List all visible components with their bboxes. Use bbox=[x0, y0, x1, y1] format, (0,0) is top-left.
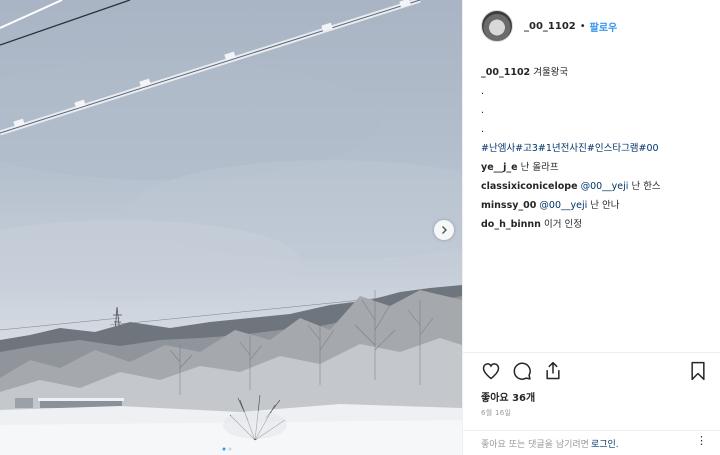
like-count[interactable]: 좋아요 36개 bbox=[481, 389, 535, 404]
caption-dot: . bbox=[481, 86, 485, 97]
comment-button[interactable] bbox=[512, 361, 532, 385]
comment-text: 이거 인정 bbox=[543, 219, 582, 230]
login-link[interactable]: 로그인. bbox=[591, 437, 619, 450]
caption-dot: . bbox=[481, 105, 485, 116]
caption-text: 겨울왕국 bbox=[533, 67, 569, 78]
login-prompt-bar: 좋아요 또는 댓글을 남기려면 로그인. bbox=[463, 430, 720, 455]
snowy-landscape-image bbox=[0, 0, 462, 455]
comment-item: classixiconicelope @00__yeji 난 한스 bbox=[481, 177, 711, 196]
bookmark-icon bbox=[691, 361, 705, 381]
comment-item: ye__j_e 난 올라프 bbox=[481, 158, 711, 177]
login-prompt-text: 좋아요 또는 댓글을 남기려면 bbox=[481, 440, 589, 450]
comment-username[interactable]: do_h_binnn bbox=[481, 219, 541, 230]
comment-mention[interactable]: @00__yeji bbox=[539, 200, 587, 211]
comment-text: 난 안나 bbox=[590, 200, 620, 211]
comment-icon bbox=[513, 362, 531, 380]
comment-item: minssy_00 @00__yeji 난 안나 bbox=[481, 196, 711, 215]
comments-list: _00_1102 겨울왕국 . . . #난엠사#고3#1년전사진#인스타그램#… bbox=[481, 63, 711, 234]
post-sidebar: _00_1102 • 팔로우 _00_1102 겨울왕국 . . . #난엠사#… bbox=[462, 0, 720, 455]
share-icon bbox=[546, 361, 560, 380]
caption-hashtags[interactable]: #난엠사#고3#1년전사진#인스타그램#00 bbox=[481, 139, 711, 158]
avatar[interactable] bbox=[481, 10, 513, 42]
author-username[interactable]: _00_1102 bbox=[524, 21, 576, 32]
caption-dot: . bbox=[481, 124, 485, 135]
comment-text: 난 올라프 bbox=[520, 162, 559, 173]
comment-username[interactable]: classixiconicelope bbox=[481, 181, 578, 192]
comment-username[interactable]: minssy_00 bbox=[481, 200, 536, 211]
post-photo[interactable] bbox=[0, 0, 462, 455]
separator-dot: • bbox=[579, 20, 586, 32]
share-button[interactable] bbox=[543, 361, 563, 385]
comment-text: 난 한스 bbox=[631, 181, 661, 192]
comment-item: do_h_binnn 이거 인정 bbox=[481, 215, 711, 234]
like-button[interactable] bbox=[481, 361, 501, 385]
next-photo-button[interactable] bbox=[434, 220, 454, 240]
caption-username[interactable]: _00_1102 bbox=[481, 67, 530, 78]
chevron-right-icon bbox=[442, 226, 447, 234]
heart-icon bbox=[482, 363, 500, 380]
comment-username[interactable]: ye__j_e bbox=[481, 162, 518, 173]
comment-mention[interactable]: @00__yeji bbox=[581, 181, 629, 192]
post-date[interactable]: 6월 16일 bbox=[481, 408, 511, 418]
more-options-button[interactable]: ⋮ bbox=[696, 434, 707, 447]
post-actions: 좋아요 36개 6월 16일 좋아요 또는 댓글을 남기려면 로그인. ⋮ bbox=[463, 352, 720, 452]
save-button[interactable] bbox=[689, 361, 707, 385]
caption-line: _00_1102 겨울왕국 bbox=[481, 63, 711, 82]
follow-button[interactable]: 팔로우 bbox=[590, 19, 618, 34]
post-header: _00_1102 • 팔로우 bbox=[463, 0, 720, 52]
